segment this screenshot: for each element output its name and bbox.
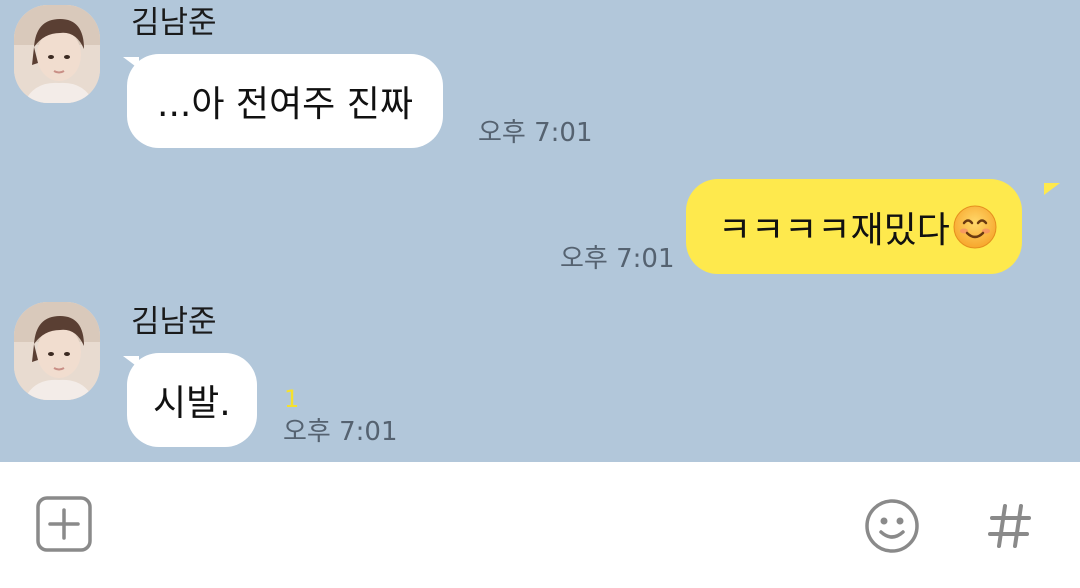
emoji-button[interactable] — [862, 496, 922, 556]
unread-count: 1 — [284, 385, 300, 413]
message-time: 오후 7:01 — [560, 244, 675, 274]
emoji-face-icon — [865, 499, 919, 553]
message-bubble[interactable]: ...아 전여주 진짜 — [127, 54, 443, 148]
message-input-bar — [0, 462, 1080, 588]
chat-area: 김남준 ...아 전여주 진짜 오후 7:01 ㅋㅋㅋㅋ재밌다 오후 7:01 — [0, 0, 1080, 462]
message-bubble[interactable]: ㅋㅋㅋㅋ재밌다 — [686, 179, 1022, 274]
sender-avatar[interactable] — [14, 302, 100, 400]
avatar-image — [14, 302, 100, 400]
plus-square-icon — [36, 496, 92, 552]
avatar-image — [14, 5, 100, 103]
sender-avatar[interactable] — [14, 5, 100, 103]
message-text: 시발. — [153, 383, 231, 424]
message-time: 오후 7:01 — [283, 417, 398, 447]
sender-name: 김남준 — [131, 5, 217, 41]
bubble-tail — [1044, 183, 1060, 195]
sender-name: 김남준 — [131, 304, 217, 340]
hashtag-button[interactable] — [980, 496, 1040, 556]
message-text: ㅋㅋㅋㅋ재밌다 — [718, 209, 950, 251]
message-time: 오후 7:01 — [478, 118, 593, 148]
hashtag-icon — [988, 504, 1031, 548]
attach-button[interactable] — [34, 494, 94, 554]
message-bubble[interactable]: 시발. — [127, 353, 257, 447]
message-text: ...아 전여주 진짜 — [157, 84, 413, 125]
smiling-face-emoji-icon — [953, 205, 997, 248]
